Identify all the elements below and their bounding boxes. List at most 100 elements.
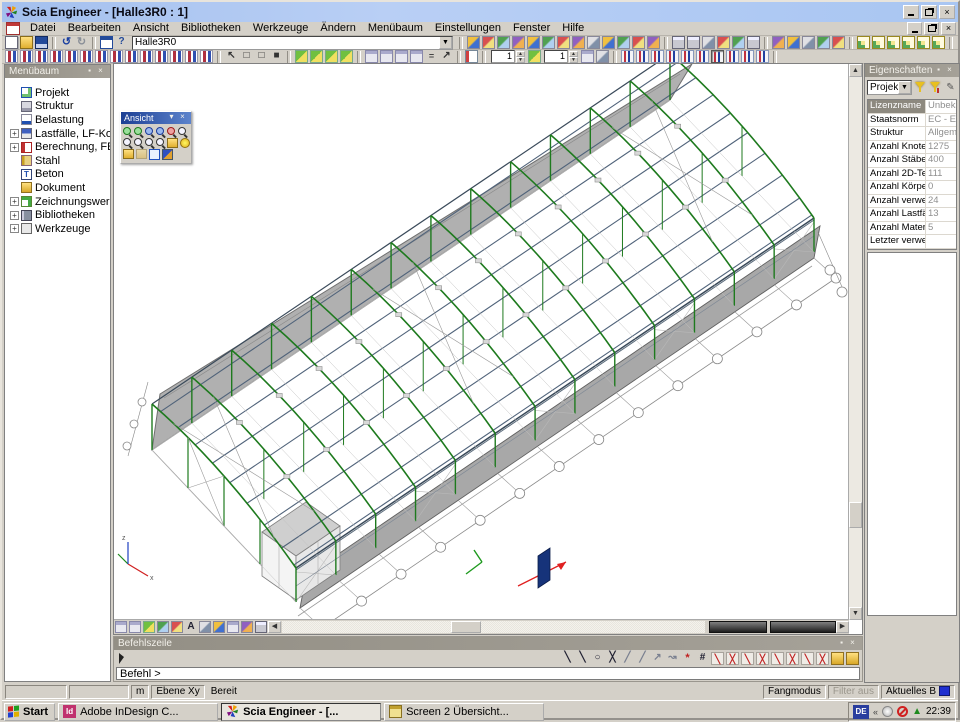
tray-collapse-icon[interactable]: « (873, 707, 878, 717)
scia-tray-icon[interactable]: ▲ (912, 706, 922, 717)
layer-filter-icon-3[interactable] (756, 50, 769, 63)
mdi-close-button[interactable]: × (941, 22, 956, 35)
zoom-all-icon[interactable] (178, 127, 188, 137)
view-dialog-icon[interactable] (149, 149, 160, 160)
property-row[interactable]: StaatsnormEC - ENV (868, 114, 956, 128)
invert-selection-icon[interactable]: ■ (270, 50, 283, 63)
document-icon[interactable] (557, 36, 570, 49)
property-row[interactable]: Anzahl Knoten:1275 (868, 141, 956, 155)
command-input[interactable] (116, 667, 860, 680)
light-icon[interactable] (180, 138, 190, 148)
mirror-icon[interactable] (35, 50, 48, 63)
sidebar-item-dokument[interactable]: Dokument (10, 181, 110, 195)
status-current-layer[interactable]: Aktuelles B (881, 685, 955, 699)
scale-down-spinner-down-icon[interactable]: ▼ (569, 57, 578, 63)
axo-view-icon[interactable] (157, 621, 169, 633)
property-row[interactable]: StrukturAllgemein X... (868, 127, 956, 141)
add-member-icon[interactable] (310, 50, 323, 63)
sidebar-item-beton[interactable]: TBeton (10, 168, 110, 182)
hidden-line-view-icon[interactable] (887, 36, 900, 49)
eigenschaften-header[interactable]: Eigenschaften ▪ × (865, 64, 959, 77)
break-icon[interactable] (125, 50, 138, 63)
mdi-document-icon[interactable] (6, 22, 20, 35)
befehlszeile-pin-icon[interactable]: ▪ (836, 638, 847, 649)
mdi-minimize-button[interactable] (907, 22, 922, 35)
status-snap-mode[interactable]: Fangmodus (763, 685, 826, 699)
expand-icon[interactable]: + (10, 197, 19, 206)
taskbar-button-scia[interactable]: Scia Engineer - [... (221, 703, 381, 721)
snap-midpoint-icon[interactable]: ╲ (576, 652, 589, 665)
view-top-icon[interactable] (115, 621, 127, 633)
grid-toggle-icon[interactable] (227, 621, 239, 633)
layers-icon[interactable] (602, 36, 615, 49)
menubaum-panel-header[interactable]: Menübaum ▪ × (5, 65, 110, 78)
drawing-icon[interactable] (587, 36, 600, 49)
perspective-view-icon[interactable] (932, 36, 945, 49)
calculator-icon[interactable] (747, 36, 760, 49)
open-icon[interactable] (20, 36, 33, 49)
expand-icon[interactable]: + (10, 143, 19, 152)
properties-combo-dropdown-icon[interactable]: ▼ (898, 81, 911, 94)
horizontal-scroll-thumb[interactable] (451, 621, 481, 633)
print-icon[interactable] (672, 36, 685, 49)
dot-grid-icon[interactable] (846, 652, 859, 665)
scale-up-spinner[interactable]: 1▲▼ (491, 50, 525, 63)
property-row[interactable]: Anzahl verwen...24 (868, 195, 956, 209)
hidden-objects-icon[interactable] (255, 621, 267, 633)
extend-icon[interactable] (110, 50, 123, 63)
axis-icon[interactable] (143, 621, 155, 633)
load-icon[interactable] (482, 36, 495, 49)
clipboard-icon[interactable] (802, 36, 815, 49)
befehlszeile-header[interactable]: Befehlszeile ▪ × (114, 637, 862, 650)
steel-icon[interactable] (527, 36, 540, 49)
pick-coordinates-icon[interactable] (340, 50, 353, 63)
viewport-vertical-scrollbar[interactable]: ▲ ▼ (848, 64, 862, 620)
magnifier-icon[interactable] (123, 138, 133, 148)
move-icon[interactable] (20, 50, 33, 63)
help-icon[interactable]: ? (115, 36, 128, 49)
scale-apply-icon[interactable] (528, 50, 541, 63)
render-icon[interactable] (647, 36, 660, 49)
zoom-all-icon[interactable] (787, 36, 800, 49)
snap-off-icon[interactable]: ╳ (606, 652, 619, 665)
volume-icon[interactable] (882, 706, 893, 717)
status-unit[interactable]: m (131, 685, 149, 699)
shadow-icon[interactable] (213, 621, 225, 633)
viewport-horizontal-scrollbar[interactable] (282, 621, 705, 633)
properties-combo[interactable]: Projekt-Grundd ▼ (867, 80, 912, 95)
selection-filter-icon-2[interactable] (696, 50, 709, 63)
coordinates-icon[interactable] (832, 36, 845, 49)
snap-node-icon[interactable]: ╲ (711, 652, 724, 665)
notebook-icon[interactable] (465, 50, 478, 63)
property-row[interactable]: Letzter verwen... (868, 235, 956, 249)
layer-filter-icon-2[interactable] (741, 50, 754, 63)
bim-icon[interactable] (617, 36, 630, 49)
project-combo-dropdown-icon[interactable]: ▼ (439, 36, 452, 49)
scroll-left-icon[interactable]: ◀ (268, 621, 281, 633)
stretch-icon[interactable] (80, 50, 93, 63)
language-indicator[interactable]: DE (853, 705, 869, 719)
model-viewport[interactable]: xz Ansicht ▾ × ▲ ▼ (113, 63, 863, 635)
sidebar-item-struktur[interactable]: Struktur (10, 100, 110, 114)
track-polar-icon[interactable]: ╱ (621, 652, 634, 665)
property-row[interactable]: Anzahl Lastfäll...13 (868, 208, 956, 222)
select-cursor-icon[interactable]: ↖ (225, 50, 238, 63)
shaded-view-icon[interactable] (872, 36, 885, 49)
menu-einstellungen[interactable]: Einstellungen (429, 22, 507, 35)
menu-bibliotheken[interactable]: Bibliotheken (175, 22, 247, 35)
close-button[interactable]: × (939, 5, 955, 19)
expand-icon[interactable]: + (10, 211, 19, 220)
snap-endpoint-icon[interactable]: ╲ (561, 652, 574, 665)
no-sign-icon[interactable] (897, 706, 908, 717)
befehlszeile-close-icon[interactable]: × (847, 638, 858, 649)
ansicht-close-icon[interactable]: × (177, 112, 188, 123)
taskbar-button-screen2[interactable]: Screen 2 Übersicht... (384, 703, 544, 721)
previous-view-icon[interactable] (145, 138, 155, 148)
pan-view-icon[interactable] (134, 138, 144, 148)
render-settings-icon[interactable] (199, 621, 211, 633)
mdi-restore-button[interactable] (924, 22, 939, 35)
equal-icon[interactable]: = (425, 50, 438, 63)
flag-icon[interactable] (171, 621, 183, 633)
export-icon[interactable] (702, 36, 715, 49)
layer-list-icon[interactable] (581, 50, 594, 63)
